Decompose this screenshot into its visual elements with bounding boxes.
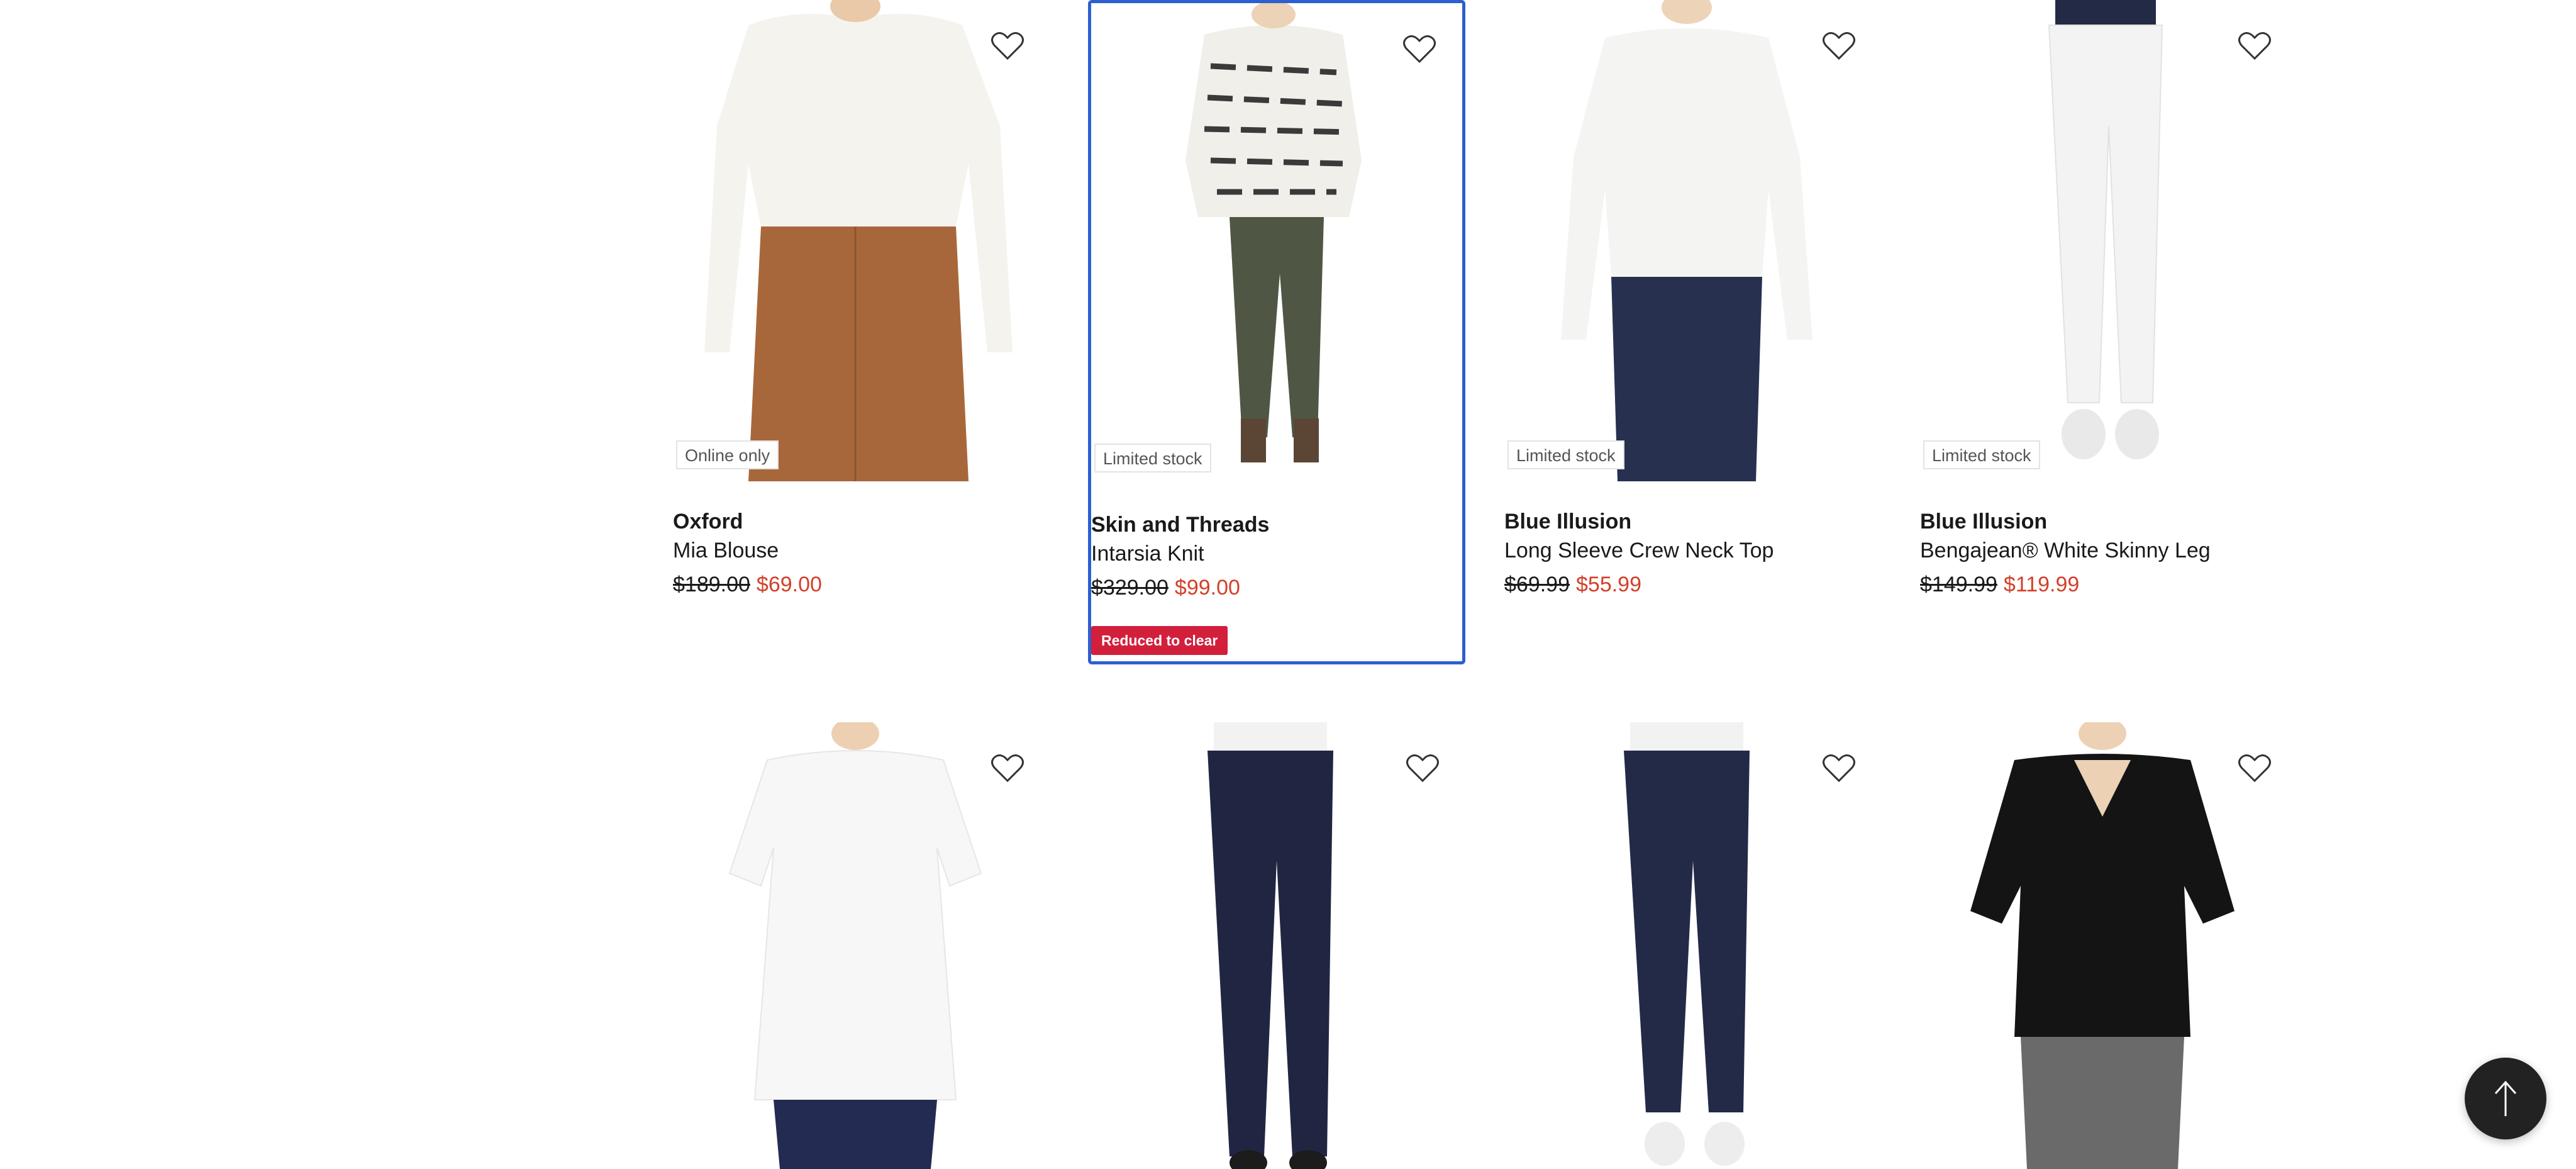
product-image[interactable] <box>1091 3 1462 484</box>
product-card-white-tshirt[interactable] <box>673 722 1050 1169</box>
product-brand: Skin and Threads <box>1091 513 1270 537</box>
heart-outline-icon <box>2238 754 2271 783</box>
favourite-button[interactable] <box>2229 21 2280 71</box>
favourite-button[interactable] <box>2229 743 2280 793</box>
product-price: $189.00 $69.00 <box>673 573 822 597</box>
product-card-navy-crop-jean[interactable] <box>1504 722 1882 1169</box>
product-image[interactable] <box>1504 722 1875 1169</box>
product-image[interactable] <box>1920 0 2291 481</box>
product-brand: Blue Illusion <box>1920 510 2048 534</box>
availability-badge: Limited stock <box>1923 440 2040 469</box>
arrow-up-icon <box>2494 1080 2517 1116</box>
product-name[interactable]: Bengajean® White Skinny Leg <box>1920 539 2211 563</box>
product-card-crew-neck-top[interactable]: Limited stock Blue Illusion Long Sleeve … <box>1504 0 1882 629</box>
sale-price: $99.00 <box>1174 576 1240 600</box>
promo-badge: Reduced to clear <box>1091 626 1228 655</box>
product-price: $149.99 $119.99 <box>1920 573 2079 597</box>
heart-outline-icon <box>1823 32 1855 60</box>
sale-price: $69.00 <box>756 573 822 596</box>
heart-outline-icon <box>991 32 1024 60</box>
product-grid: Online only Oxford Mia Blouse $189.00 $69… <box>0 0 2576 1169</box>
product-image[interactable] <box>1504 0 1875 481</box>
favourite-button[interactable] <box>1814 21 1864 71</box>
product-name[interactable]: Mia Blouse <box>673 539 779 563</box>
product-image[interactable] <box>1920 722 2291 1169</box>
original-price: $329.00 <box>1091 576 1169 600</box>
original-price: $189.00 <box>673 573 750 596</box>
sale-price: $119.99 <box>2003 573 2080 596</box>
product-brand: Blue Illusion <box>1504 510 1632 534</box>
heart-outline-icon <box>2238 32 2271 60</box>
favourite-button[interactable] <box>982 743 1033 793</box>
product-image[interactable] <box>1088 722 1459 1169</box>
product-brand: Oxford <box>673 510 743 534</box>
sale-price: $55.99 <box>1576 573 1641 596</box>
product-card-intarsia-knit[interactable]: Limited stock Skin and Threads Intarsia … <box>1088 0 1465 664</box>
original-price: $149.99 <box>1920 573 1997 596</box>
favourite-button[interactable] <box>982 21 1033 71</box>
product-card-white-skinny-leg[interactable]: Limited stock Blue Illusion Bengajean® W… <box>1920 0 2297 629</box>
heart-outline-icon <box>1406 754 1439 783</box>
product-image[interactable] <box>673 722 1044 1169</box>
favourite-button[interactable] <box>1397 743 1448 793</box>
heart-outline-icon <box>1823 754 1855 783</box>
product-price: $329.00 $99.00 <box>1091 576 1240 600</box>
product-price: $69.99 $55.99 <box>1504 573 1641 597</box>
product-name[interactable]: Intarsia Knit <box>1091 542 1204 566</box>
heart-outline-icon <box>991 754 1024 783</box>
availability-badge: Limited stock <box>1507 440 1624 469</box>
product-card-black-vneck-tee[interactable] <box>1920 722 2297 1169</box>
product-card-mia-blouse[interactable]: Online only Oxford Mia Blouse $189.00 $69… <box>673 0 1050 629</box>
back-to-top-button[interactable] <box>2465 1058 2546 1139</box>
product-name[interactable]: Long Sleeve Crew Neck Top <box>1504 539 1774 563</box>
original-price: $69.99 <box>1504 573 1570 596</box>
favourite-button[interactable] <box>1814 743 1864 793</box>
favourite-button[interactable] <box>1394 24 1445 74</box>
availability-badge: Limited stock <box>1094 444 1211 473</box>
availability-badge: Online only <box>676 440 779 469</box>
heart-outline-icon <box>1403 35 1436 64</box>
product-card-navy-pull-on-jean[interactable] <box>1088 722 1465 1169</box>
product-image[interactable] <box>673 0 1044 481</box>
